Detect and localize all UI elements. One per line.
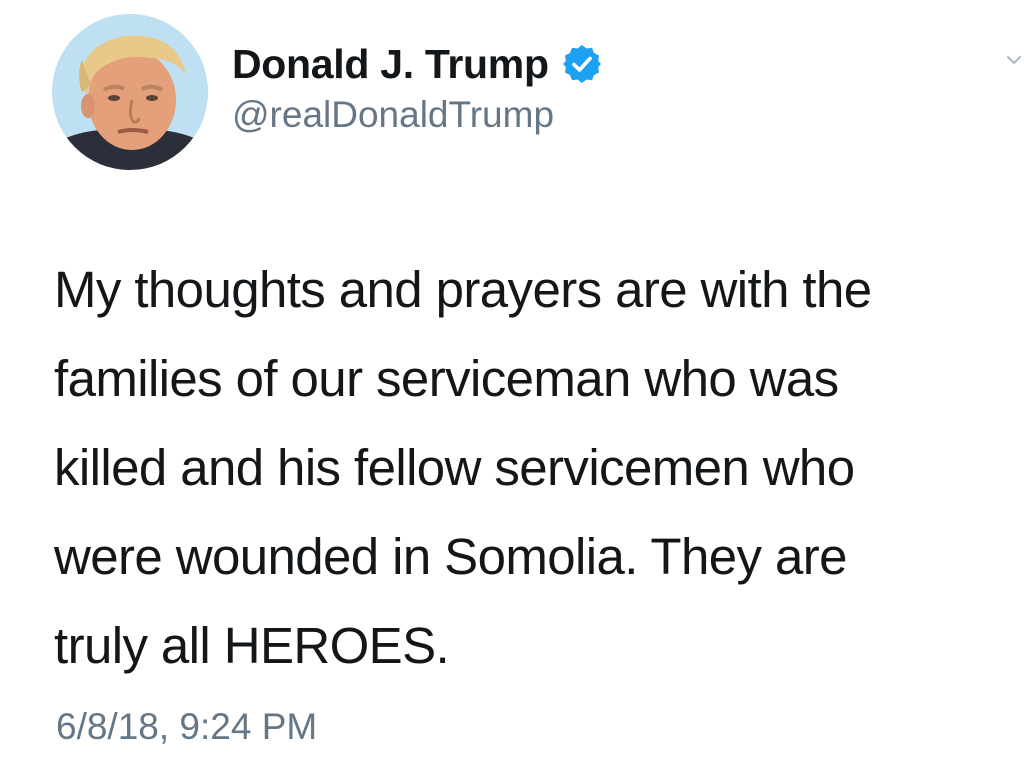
display-name[interactable]: Donald J. Trump: [232, 41, 549, 88]
tweet-card: Donald J. Trump @realDonaldTrump My thou…: [0, 0, 1024, 777]
chevron-down-icon[interactable]: [1004, 50, 1024, 70]
verified-badge-icon: [561, 43, 603, 85]
tweet-header: Donald J. Trump @realDonaldTrump: [232, 38, 603, 136]
tweet-timestamp[interactable]: 6/8/18, 9:24 PM: [56, 706, 317, 748]
user-handle[interactable]: @realDonaldTrump: [232, 94, 603, 136]
name-row: Donald J. Trump: [232, 38, 603, 90]
avatar[interactable]: [52, 14, 208, 170]
profile-photo: [52, 14, 208, 170]
tweet-text: My thoughts and prayers are with the fam…: [54, 261, 872, 674]
